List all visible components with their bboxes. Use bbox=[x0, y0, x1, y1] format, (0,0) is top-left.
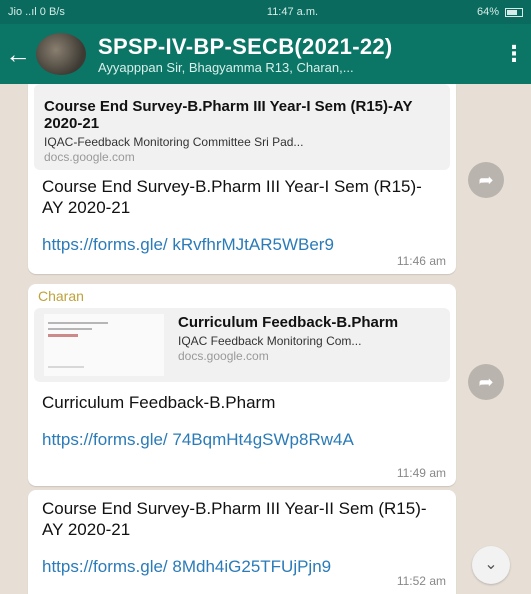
sender-name: Charan bbox=[38, 288, 84, 304]
preview-thumbnail bbox=[44, 314, 164, 376]
message-text: Curriculum Feedback-B.Pharm bbox=[42, 393, 276, 412]
more-options-icon[interactable]: ⋮ bbox=[497, 41, 531, 67]
message-bubble[interactable]: Course End Survey-B.Pharm III Year-I Sem… bbox=[28, 84, 456, 274]
preview-title: Curriculum Feedback-B.Pharm bbox=[178, 314, 399, 331]
group-title: SPSP-IV-BP-SECB(2021-22) bbox=[98, 33, 393, 59]
forward-icon[interactable]: ➦ bbox=[468, 162, 504, 198]
scroll-down-chevron-icon[interactable]: ⌄ bbox=[472, 546, 510, 584]
status-time: 11:47 a.m. bbox=[266, 6, 319, 18]
message-time: 11:52 am bbox=[396, 574, 446, 588]
preview-title: Course End Survey-B.Pharm III Year-I Sem… bbox=[44, 98, 413, 132]
battery-icon bbox=[505, 7, 523, 17]
back-arrow-icon[interactable]: ← bbox=[0, 24, 36, 84]
chat-area[interactable]: Course End Survey-B.Pharm III Year-I Sem… bbox=[0, 84, 531, 594]
message-text: Course End Survey-B.Pharm III Year-I Sem… bbox=[42, 177, 422, 217]
link-preview[interactable]: Curriculum Feedback-B.Pharm IQAC Feedbac… bbox=[34, 308, 450, 382]
message-time: 11:49 am bbox=[396, 466, 446, 480]
preview-description: IQAC-Feedback Monitoring Committee Sri P… bbox=[44, 135, 304, 149]
preview-description: IQAC Feedback Monitoring Com... bbox=[178, 334, 362, 348]
message-link[interactable]: https://forms.gle/ 74BqmHt4gSWp8Rw4A bbox=[28, 429, 456, 450]
status-right: 64% bbox=[477, 6, 523, 18]
network-status: Jio ..ıl 0 B/s bbox=[8, 6, 65, 18]
message-link[interactable]: https://forms.gle/ kRvfhrMJtAR5WBer9 bbox=[28, 234, 456, 255]
message-text: Course End Survey-B.Pharm III Year-II Se… bbox=[42, 499, 427, 539]
message-link[interactable]: https://forms.gle/ 8Mdh4iG25TFUjPjn9 bbox=[28, 556, 456, 577]
header-info[interactable]: SPSP-IV-BP-SECB(2021-22) Ayyapppan Sir, … bbox=[98, 34, 497, 75]
forward-icon[interactable]: ➦ bbox=[468, 364, 504, 400]
status-bar: Jio ..ıl 0 B/s 11:47 a.m. 64% bbox=[0, 0, 531, 24]
message-bubble[interactable]: Charan Curriculum Feedback-B.Pharm IQAC … bbox=[28, 284, 456, 486]
link-preview[interactable]: Course End Survey-B.Pharm III Year-I Sem… bbox=[34, 84, 450, 170]
preview-domain: docs.google.com bbox=[178, 349, 269, 363]
group-avatar[interactable] bbox=[36, 33, 86, 75]
preview-domain: docs.google.com bbox=[44, 150, 135, 164]
battery-percent: 64% bbox=[476, 6, 499, 18]
message-bubble[interactable]: Course End Survey-B.Pharm III Year-II Se… bbox=[28, 490, 456, 594]
chat-header: ← SPSP-IV-BP-SECB(2021-22) Ayyapppan Sir… bbox=[0, 24, 531, 84]
group-members: Ayyapppan Sir, Bhagyamma R13, Charan,... bbox=[98, 59, 354, 75]
message-time: 11:46 am bbox=[396, 254, 446, 268]
